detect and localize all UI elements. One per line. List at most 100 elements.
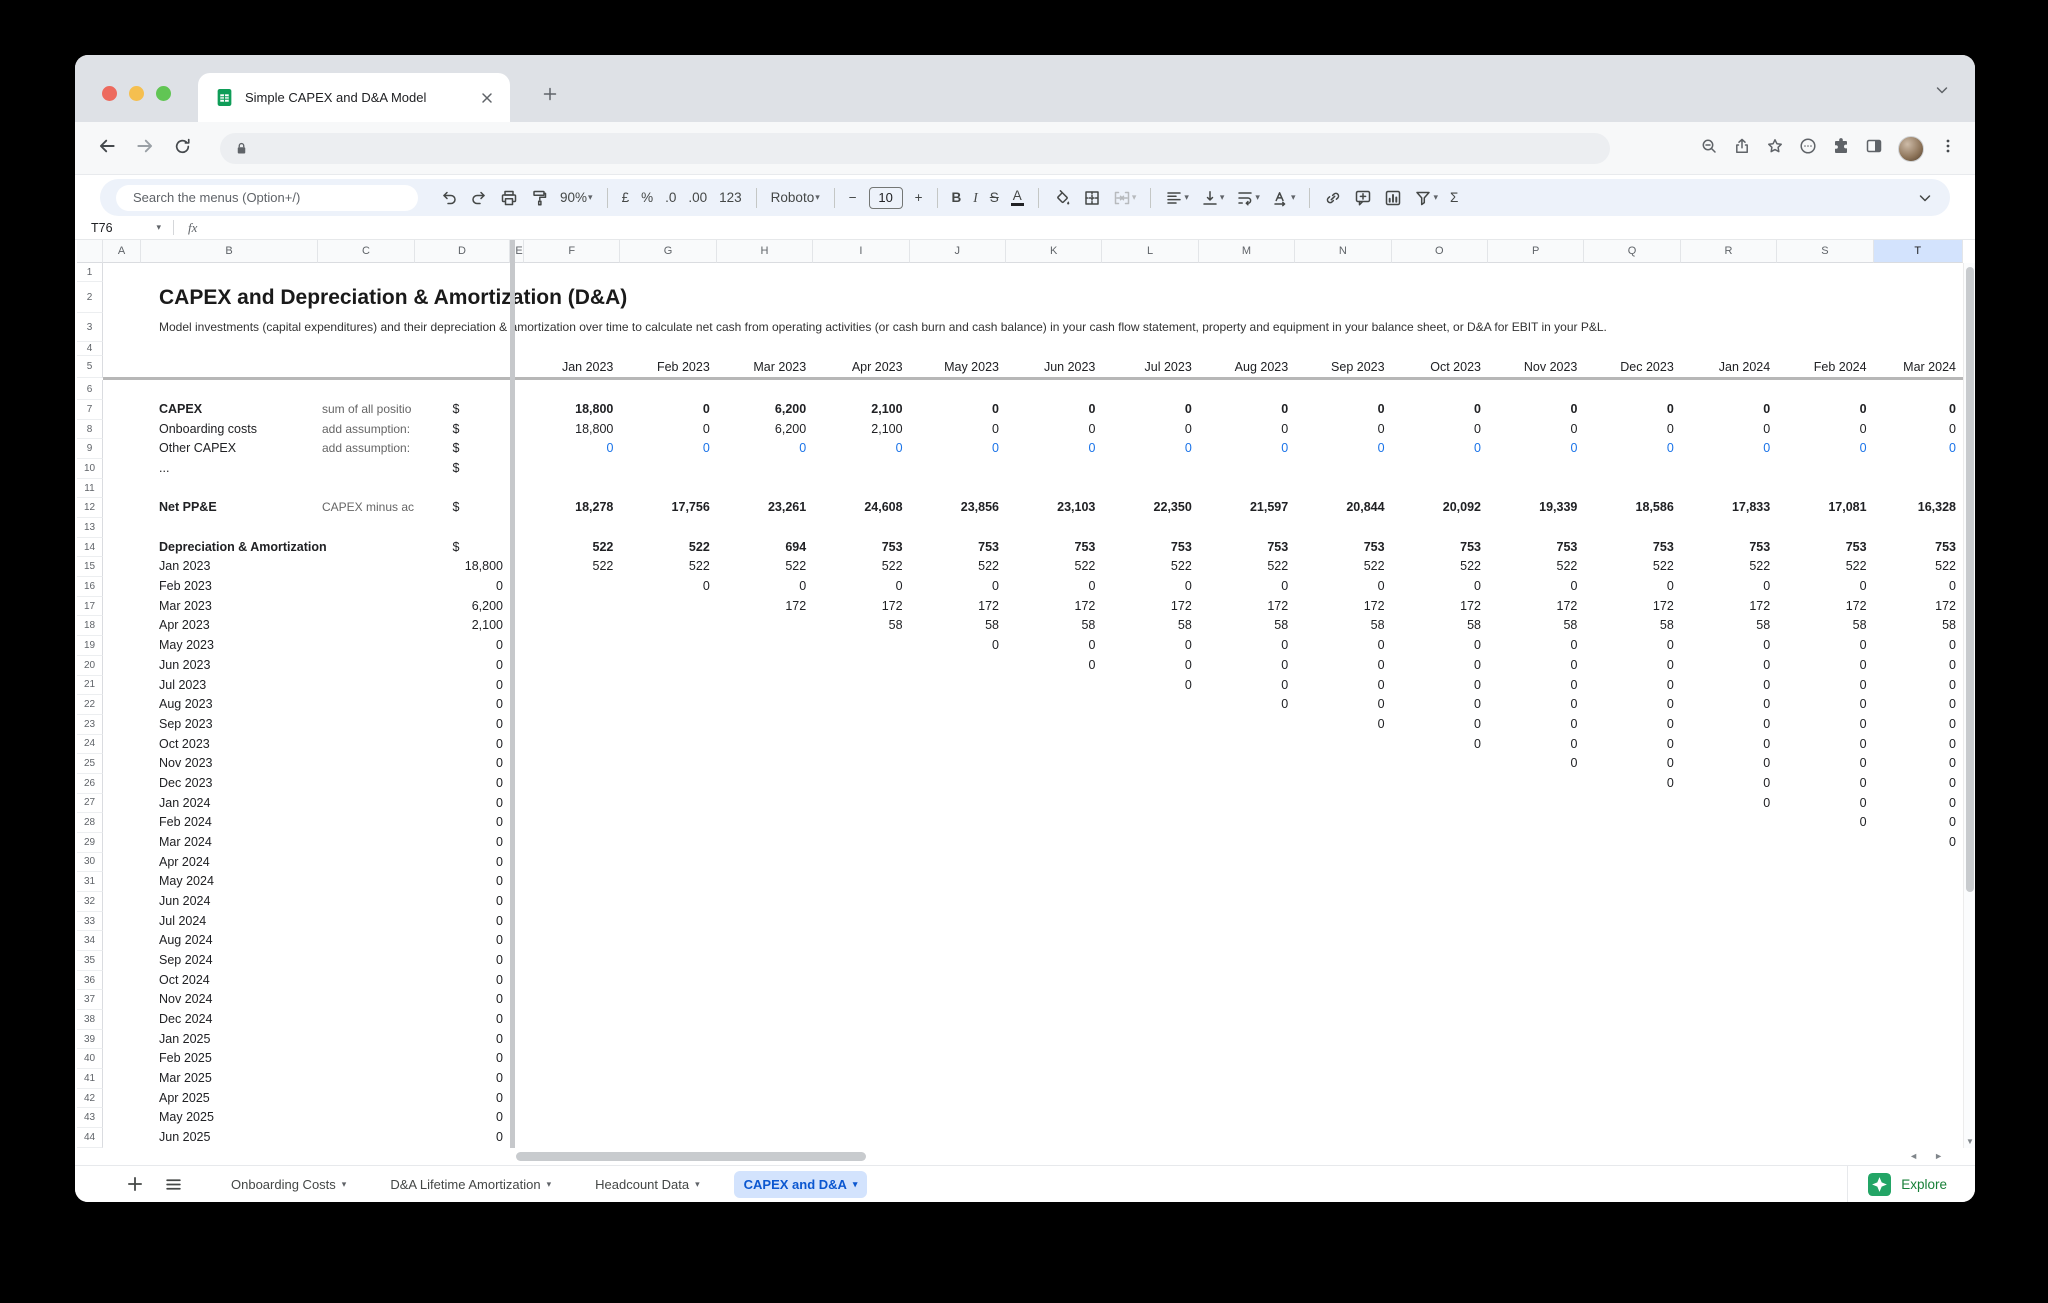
cell-N22[interactable]: 0 [1297,695,1385,715]
cell-S28[interactable]: 0 [1779,813,1867,833]
column-header-F[interactable]: F [524,240,621,263]
cell-H12[interactable]: 23,261 [719,498,806,518]
toolbar-collapse-chevron-icon[interactable] [1916,189,1934,207]
cell-T29[interactable]: 0 [1876,833,1956,853]
cell-J12[interactable]: 23,856 [912,498,999,518]
cell-M8[interactable]: 0 [1201,420,1288,440]
cell-M20[interactable]: 0 [1201,656,1288,676]
cell-B38[interactable]: Dec 2024 [159,1010,213,1030]
row-header-37[interactable]: 37 [77,990,103,1011]
column-header-J[interactable]: J [909,240,1006,263]
row-header-43[interactable]: 43 [77,1108,103,1129]
row-header-20[interactable]: 20 [77,655,103,676]
share-button[interactable] [1733,137,1751,160]
cell-R26[interactable]: 0 [1683,774,1770,794]
insert-comment-button[interactable] [1354,189,1372,207]
row-header-36[interactable]: 36 [77,970,103,991]
cell-P8[interactable]: 0 [1490,420,1577,440]
cell-T21[interactable]: 0 [1876,676,1956,696]
cell-M9[interactable]: 0 [1201,439,1288,459]
cell-R17[interactable]: 172 [1683,597,1770,617]
cell-B32[interactable]: Jun 2024 [159,892,210,912]
cell-F15[interactable]: 522 [526,557,614,577]
cell-D42[interactable]: 0 [417,1089,503,1109]
cell-B8[interactable]: Onboarding costs [159,420,257,440]
row-header-25[interactable]: 25 [77,754,103,774]
cell-F5[interactable]: Jan 2023 [526,356,613,378]
cell-S23[interactable]: 0 [1779,715,1867,735]
cell-O16[interactable]: 0 [1394,577,1481,597]
cell-J17[interactable]: 172 [912,597,999,617]
cell-D33[interactable]: 0 [417,912,503,932]
horizontal-scrollbar[interactable]: ◄► [75,1148,1975,1165]
row-header-8[interactable]: 8 [77,419,103,440]
cell-T9[interactable]: 0 [1876,439,1956,459]
cell-I5[interactable]: Apr 2023 [815,356,903,378]
cell-B41[interactable]: Mar 2025 [159,1069,212,1089]
row-header-22[interactable]: 22 [77,695,103,715]
cell-F8[interactable]: 18,800 [526,420,613,440]
cell-P17[interactable]: 172 [1490,597,1578,617]
cell-K8[interactable]: 0 [1008,420,1095,440]
cell-B21[interactable]: Jul 2023 [159,676,206,696]
forward-button[interactable] [135,136,155,161]
cell-D24[interactable]: 0 [417,735,503,755]
cell-I18[interactable]: 58 [815,616,903,636]
horizontal-align-button[interactable]: ▾ [1165,189,1189,207]
cell-B24[interactable]: Oct 2023 [159,735,210,755]
font-size-input[interactable]: 10 [868,186,903,209]
cell-B10[interactable]: ... [159,459,169,479]
cell-R14[interactable]: 753 [1683,538,1770,558]
cell-B44[interactable]: Jun 2025 [159,1128,210,1148]
cell-B27[interactable]: Jan 2024 [159,794,210,814]
row-header-40[interactable]: 40 [77,1049,103,1070]
row-header-33[interactable]: 33 [77,911,103,932]
cell-P19[interactable]: 0 [1490,636,1577,656]
reload-button[interactable] [173,137,192,161]
cell-B31[interactable]: May 2024 [159,872,214,892]
cell-J5[interactable]: May 2023 [912,356,999,378]
cell-L21[interactable]: 0 [1104,676,1192,696]
all-sheets-button[interactable] [159,1170,187,1198]
row-header-10[interactable]: 10 [77,459,103,479]
cell-B42[interactable]: Apr 2025 [159,1089,210,1109]
sheet-tab-dropdown-icon[interactable]: ▾ [342,1179,347,1190]
cell-L14[interactable]: 753 [1104,538,1192,558]
cell-K14[interactable]: 753 [1008,538,1096,558]
column-header-O[interactable]: O [1391,240,1488,263]
cell-B15[interactable]: Jan 2023 [159,557,210,577]
cell-F7[interactable]: 18,800 [526,400,613,420]
cell-C8[interactable]: add assumption: [322,420,414,440]
cell-O12[interactable]: 20,092 [1394,498,1481,518]
cell-I15[interactable]: 522 [815,557,903,577]
cell-R23[interactable]: 0 [1683,715,1770,735]
cell-N12[interactable]: 20,844 [1297,498,1384,518]
cell-D44[interactable]: 0 [417,1128,503,1148]
cell-B29[interactable]: Mar 2024 [159,833,212,853]
row-header-12[interactable]: 12 [77,498,103,519]
cell-L19[interactable]: 0 [1104,636,1192,656]
cell-B12[interactable]: Net PP&E [159,498,217,518]
cell-M12[interactable]: 21,597 [1201,498,1288,518]
maximize-window-button[interactable] [156,86,171,101]
cell-L5[interactable]: Jul 2023 [1104,356,1192,378]
cell-Q15[interactable]: 522 [1586,557,1674,577]
italic-button[interactable]: I [973,190,978,206]
cell-S15[interactable]: 522 [1779,557,1867,577]
cell-R18[interactable]: 58 [1683,616,1770,636]
cell-D14[interactable]: $ [441,538,471,558]
column-header-P[interactable]: P [1488,240,1585,263]
sheet-tab-headcount-data[interactable]: Headcount Data ▾ [585,1171,709,1198]
cell-B7[interactable]: CAPEX [159,400,202,420]
cell-M7[interactable]: 0 [1201,400,1288,420]
cell-B35[interactable]: Sep 2024 [159,951,213,971]
column-header-N[interactable]: N [1295,240,1392,263]
cell-D17[interactable]: 6,200 [417,597,503,617]
row-header-24[interactable]: 24 [77,734,103,755]
cell-D20[interactable]: 0 [417,656,503,676]
cell-M19[interactable]: 0 [1201,636,1288,656]
cell-I8[interactable]: 2,100 [815,420,902,440]
cell-R24[interactable]: 0 [1683,735,1770,755]
cell-J8[interactable]: 0 [912,420,999,440]
row-header-28[interactable]: 28 [77,813,103,833]
